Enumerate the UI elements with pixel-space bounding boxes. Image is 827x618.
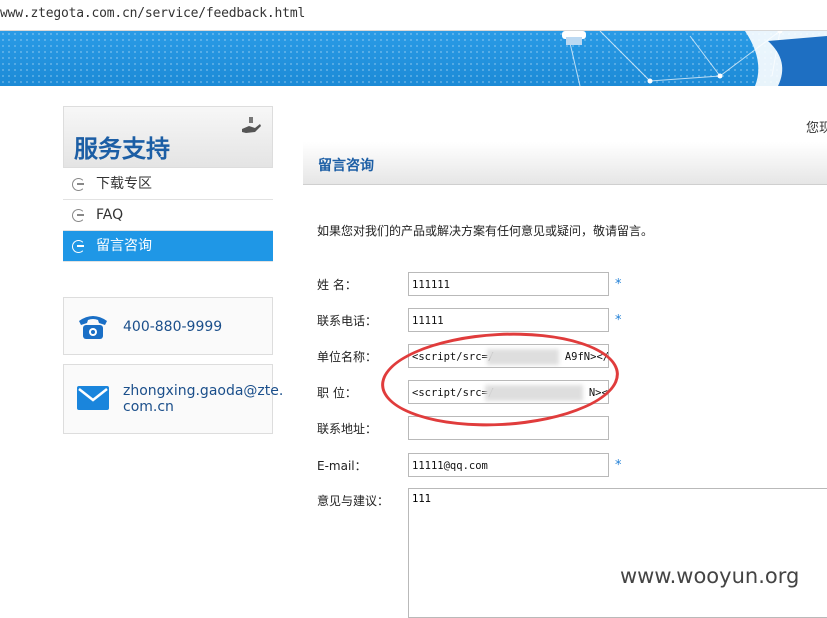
company-value-end: A9fN></sc: [564, 351, 609, 363]
arrow-circle-icon: [72, 240, 85, 253]
name-input[interactable]: 111111: [408, 272, 609, 296]
required-mark: *: [615, 277, 622, 292]
sidebar-item-label: 留言咨询: [96, 238, 152, 254]
name-label: 姓 名：: [317, 278, 357, 292]
form-intro: 如果您对我们的产品或解决方案有任何意见或疑问，敬请留言。: [317, 224, 654, 238]
email-input[interactable]: 11111@qq.com: [408, 453, 609, 477]
address-bar[interactable]: www.ztegota.com.cn/service/feedback.html: [0, 0, 827, 31]
sidebar-item-faq[interactable]: FAQ: [63, 200, 273, 231]
email-line-2: com.cn: [123, 399, 174, 415]
header-greeting: 您现: [806, 121, 827, 136]
sidebar-header: 服务支持: [63, 106, 273, 168]
required-mark: *: [615, 313, 622, 328]
email-label: E-mail：: [317, 459, 367, 473]
phone-icon: [79, 316, 107, 339]
phone-input[interactable]: 11111: [408, 308, 609, 332]
phone-number: 400-880-9999: [123, 319, 223, 335]
position-label: 职 位：: [317, 386, 357, 400]
email-card: zhongxing.gaoda@zte. com.cn: [63, 364, 283, 434]
address-label: 联系地址：: [317, 422, 378, 436]
arrow-circle-icon: [72, 178, 85, 191]
phone-label: 联系电话：: [317, 314, 378, 328]
sidebar-item-label: 下载专区: [96, 176, 152, 192]
section-header: 留言咨询: [303, 142, 827, 185]
position-input[interactable]: <script/src=/ N></sc: [408, 380, 609, 404]
required-mark: *: [615, 458, 622, 473]
site-banner: [0, 31, 827, 86]
mail-icon: [77, 386, 109, 410]
sidebar-menu: 下载专区 FAQ 留言咨询: [63, 169, 273, 262]
company-value-start: <script/src=/: [412, 351, 495, 363]
position-value-end: N></sc: [588, 387, 608, 399]
sidebar-title: 服务支持: [74, 135, 170, 163]
arrow-circle-icon: [72, 209, 85, 222]
message-label: 意见与建议：: [317, 494, 390, 508]
section-title: 留言咨询: [318, 158, 374, 174]
redaction-blur: [485, 385, 583, 401]
company-label: 单位名称：: [317, 350, 378, 364]
service-hand-icon: [242, 117, 261, 133]
sidebar-item-downloads[interactable]: 下载专区: [63, 169, 273, 200]
email-line-1: zhongxing.gaoda@zte.: [123, 383, 284, 399]
company-input[interactable]: <script/src=/ A9fN></sc: [408, 344, 609, 368]
redaction-blur: [487, 349, 559, 365]
address-input[interactable]: [408, 416, 609, 440]
message-textarea[interactable]: 111: [408, 488, 827, 618]
phone-card: 400-880-9999: [63, 297, 273, 355]
sidebar-item-feedback[interactable]: 留言咨询: [63, 231, 273, 262]
position-value-start: <script/src=/: [412, 387, 495, 399]
watermark: www.wooyun.org: [620, 564, 800, 588]
sidebar-item-label: FAQ: [96, 207, 124, 223]
url-text[interactable]: www.ztegota.com.cn/service/feedback.html: [0, 6, 305, 21]
